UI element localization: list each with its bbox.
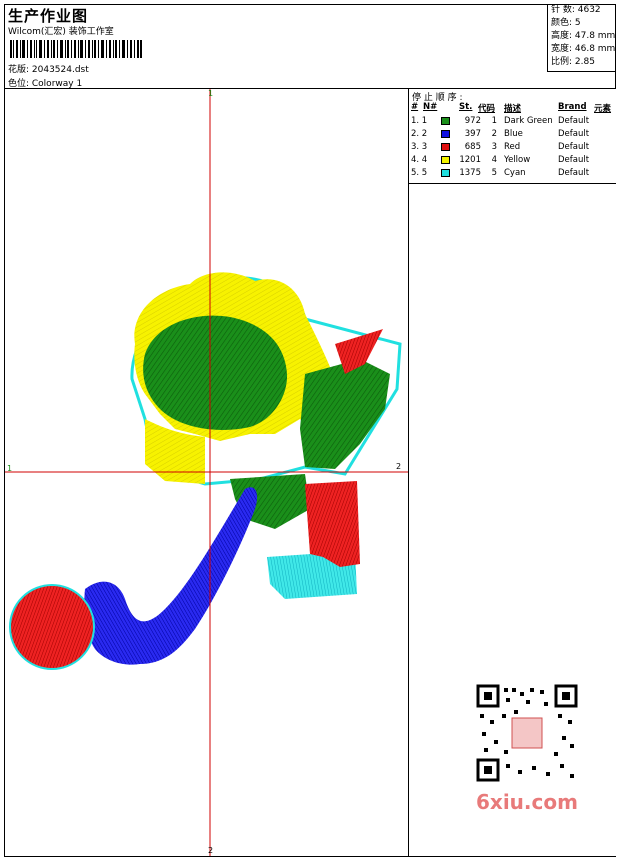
leg-shape (305, 481, 360, 567)
row-stitches: 397 (464, 129, 481, 139)
watermark-text: 6xiu.com (476, 790, 578, 814)
color-swatch (441, 169, 450, 177)
sheet-title: 生产作业图 (8, 7, 89, 25)
row-brand: Default (558, 116, 590, 126)
row-brand: Default (558, 129, 590, 139)
col-stitches: St. (459, 102, 473, 112)
row-code: 4 (491, 155, 497, 165)
design-ratio: 比例: 2.85 (551, 57, 595, 67)
col-element: 元素 (594, 104, 612, 114)
axis-top-label: 1 (208, 89, 214, 98)
stats-panel: 针 数: 4632 颜色: 5 高度: 47.8 mm 宽度: 46.8 mm … (547, 4, 616, 72)
color-swatch (441, 130, 450, 138)
table-header: # N# St. 代码 描述 Brand 元素 (409, 101, 616, 115)
colorway-label: 色位: Colorway 1 (8, 79, 83, 89)
table-row: 4. 4 1201 4 Yellow Default (409, 154, 616, 167)
table-row: 2. 2 397 2 Blue Default (409, 128, 616, 141)
barcode-icon (10, 40, 142, 58)
axis-bottom-label: 2 (208, 846, 214, 855)
row-brand: Default (558, 142, 590, 152)
row-code: 3 (491, 142, 497, 152)
row-description: Yellow (504, 155, 531, 165)
qr-icon (476, 684, 578, 782)
row-code: 1 (491, 116, 497, 126)
col-number: N# (423, 102, 438, 112)
col-code: 代码 (478, 104, 496, 114)
face-shape (143, 315, 288, 430)
row-description: Red (504, 142, 521, 152)
club-shape (84, 487, 258, 665)
stitch-count: 针 数: 4632 (551, 5, 601, 15)
body-shape (300, 359, 390, 469)
sheet-subtitle: Wilcom(汇宏) 装饰工作室 (8, 27, 114, 37)
col-desc: 描述 (504, 104, 522, 114)
row-index: 5. 5 (411, 168, 428, 178)
col-index: # (411, 102, 419, 112)
row-stitches: 972 (464, 116, 481, 126)
design-filename: 花版: 2043524.dst (8, 65, 89, 75)
table-divider (409, 183, 616, 184)
row-stitches: 685 (464, 142, 481, 152)
row-stitches: 1201 (459, 155, 481, 165)
table-row: 3. 3 685 3 Red Default (409, 141, 616, 154)
row-index: 1. 1 (411, 116, 428, 126)
row-index: 4. 4 (411, 155, 428, 165)
color-swatch (441, 143, 450, 151)
row-description: Blue (504, 129, 523, 139)
axis-left-label: 1 (7, 464, 13, 473)
qr-code (470, 680, 584, 790)
sheet-header: 生产作业图 Wilcom(汇宏) 装饰工作室 花版: 2043524.dst 色… (4, 4, 616, 89)
axis-right-label: 2 (396, 462, 402, 471)
row-stitches: 1375 (459, 168, 481, 178)
row-index: 3. 3 (411, 142, 428, 152)
design-width: 宽度: 46.8 mm (551, 44, 616, 54)
col-brand: Brand (558, 102, 587, 112)
row-code: 2 (491, 129, 497, 139)
row-brand: Default (558, 168, 590, 178)
row-code: 5 (491, 168, 497, 178)
design-height: 高度: 47.8 mm (551, 31, 616, 41)
color-count: 颜色: 5 (551, 18, 581, 28)
row-description: Dark Green (504, 116, 553, 126)
row-description: Cyan (504, 168, 526, 178)
table-row: 1. 1 972 1 Dark Green Default (409, 115, 616, 128)
table-row: 5. 5 1375 5 Cyan Default (409, 167, 616, 180)
design-canvas: 1 2 1 2 (5, 89, 408, 856)
color-swatch (441, 156, 450, 164)
ball-shape (9, 584, 95, 670)
embroidery-preview (5, 89, 408, 856)
row-index: 2. 2 (411, 129, 428, 139)
row-brand: Default (558, 155, 590, 165)
stop-sequence-table: # N# St. 代码 描述 Brand 元素 1. 1 972 1 Dark Gre… (409, 101, 616, 180)
color-swatch (441, 117, 450, 125)
